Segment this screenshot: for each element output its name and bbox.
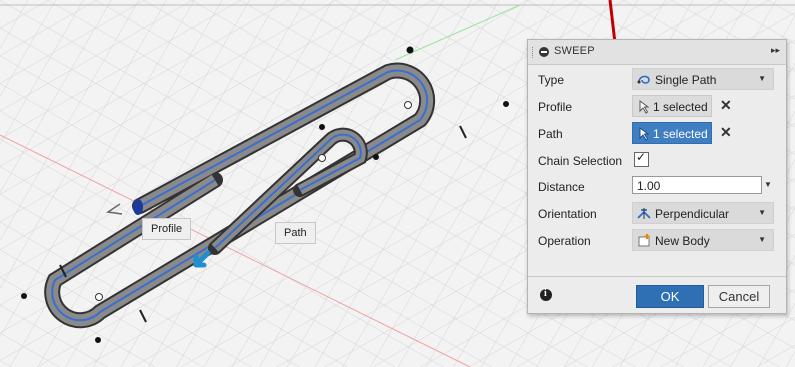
path-value: 1 selected — [653, 127, 708, 141]
vertex-point[interactable] — [21, 293, 27, 299]
ok-button[interactable]: OK — [636, 285, 704, 308]
operation-dropdown[interactable]: New Body ▼ — [632, 229, 774, 251]
vertex-point[interactable] — [373, 154, 379, 160]
row-profile: Profile 1 selected ✕ — [528, 94, 786, 120]
chevron-down-icon: ▼ — [758, 208, 766, 217]
chain-selection-checkbox[interactable]: ✓ — [634, 150, 649, 167]
profile-select-button[interactable]: 1 selected — [632, 95, 712, 117]
vertex-point[interactable] — [95, 337, 101, 343]
distance-input[interactable]: 1.00 — [632, 176, 762, 194]
chevron-down-icon: ▼ — [758, 235, 766, 244]
clear-path-icon[interactable]: ✕ — [720, 124, 732, 141]
orientation-value: Perpendicular — [655, 207, 730, 221]
type-dropdown[interactable]: Single Path ▼ — [632, 68, 774, 90]
vertex-point[interactable] — [319, 124, 325, 130]
profile-value: 1 selected — [653, 100, 708, 114]
orientation-label: Orientation — [538, 207, 597, 221]
dialog-header[interactable]: SWEEP ▸▸ — [528, 40, 786, 65]
type-value: Single Path — [655, 73, 717, 87]
profile-label-tag: Profile — [142, 218, 192, 240]
row-type: Type Single Path ▼ — [528, 67, 786, 93]
distance-dropdown-icon[interactable]: ▼ — [764, 180, 772, 189]
expand-icon[interactable]: ▸▸ — [771, 45, 780, 56]
row-path: Path 1 selected ✕ — [528, 121, 786, 147]
operation-value: New Body — [655, 234, 710, 248]
profile-circle[interactable] — [133, 199, 143, 215]
row-distance: Distance 1.00 ▼ — [528, 174, 786, 200]
path-label-tag: Path — [275, 222, 316, 244]
collapse-icon[interactable] — [539, 47, 549, 57]
sweep-dialog: SWEEP ▸▸ Type Single Path ▼ Profile 1 se… — [527, 39, 787, 314]
type-label: Type — [538, 73, 565, 87]
center-point[interactable] — [95, 293, 103, 301]
new-body-icon — [638, 234, 650, 247]
dialog-footer: i OK Cancel — [528, 276, 786, 313]
cursor-arrow-icon — [639, 100, 650, 114]
orientation-dropdown[interactable]: Perpendicular ▼ — [632, 202, 774, 224]
vertex-point[interactable] — [406, 46, 414, 54]
center-point[interactable] — [318, 154, 326, 162]
cancel-button[interactable]: Cancel — [708, 285, 770, 308]
clear-profile-icon[interactable]: ✕ — [720, 97, 732, 114]
perpendicular-icon — [637, 208, 651, 219]
single-path-icon — [637, 75, 650, 84]
distance-label: Distance — [538, 180, 585, 194]
drag-grip-icon[interactable] — [532, 47, 535, 58]
center-point[interactable] — [404, 101, 412, 109]
chevron-down-icon: ▼ — [758, 74, 766, 83]
cursor-arrow-icon — [639, 127, 650, 141]
path-select-button[interactable]: 1 selected — [632, 122, 712, 144]
row-chain-selection: Chain Selection ✓ — [528, 148, 786, 174]
path-label: Path — [538, 127, 563, 141]
row-orientation: Orientation Perpendicular ▼ — [528, 201, 786, 227]
operation-label: Operation — [538, 234, 591, 248]
profile-label: Profile — [538, 100, 573, 114]
info-icon[interactable]: i — [540, 288, 552, 301]
distance-value: 1.00 — [637, 179, 661, 193]
vertex-point[interactable] — [503, 101, 509, 107]
row-operation: Operation New Body ▼ — [528, 228, 786, 254]
chain-selection-label: Chain Selection — [538, 154, 623, 168]
dialog-title: SWEEP — [554, 45, 595, 57]
checkmark-icon: ✓ — [636, 150, 647, 164]
